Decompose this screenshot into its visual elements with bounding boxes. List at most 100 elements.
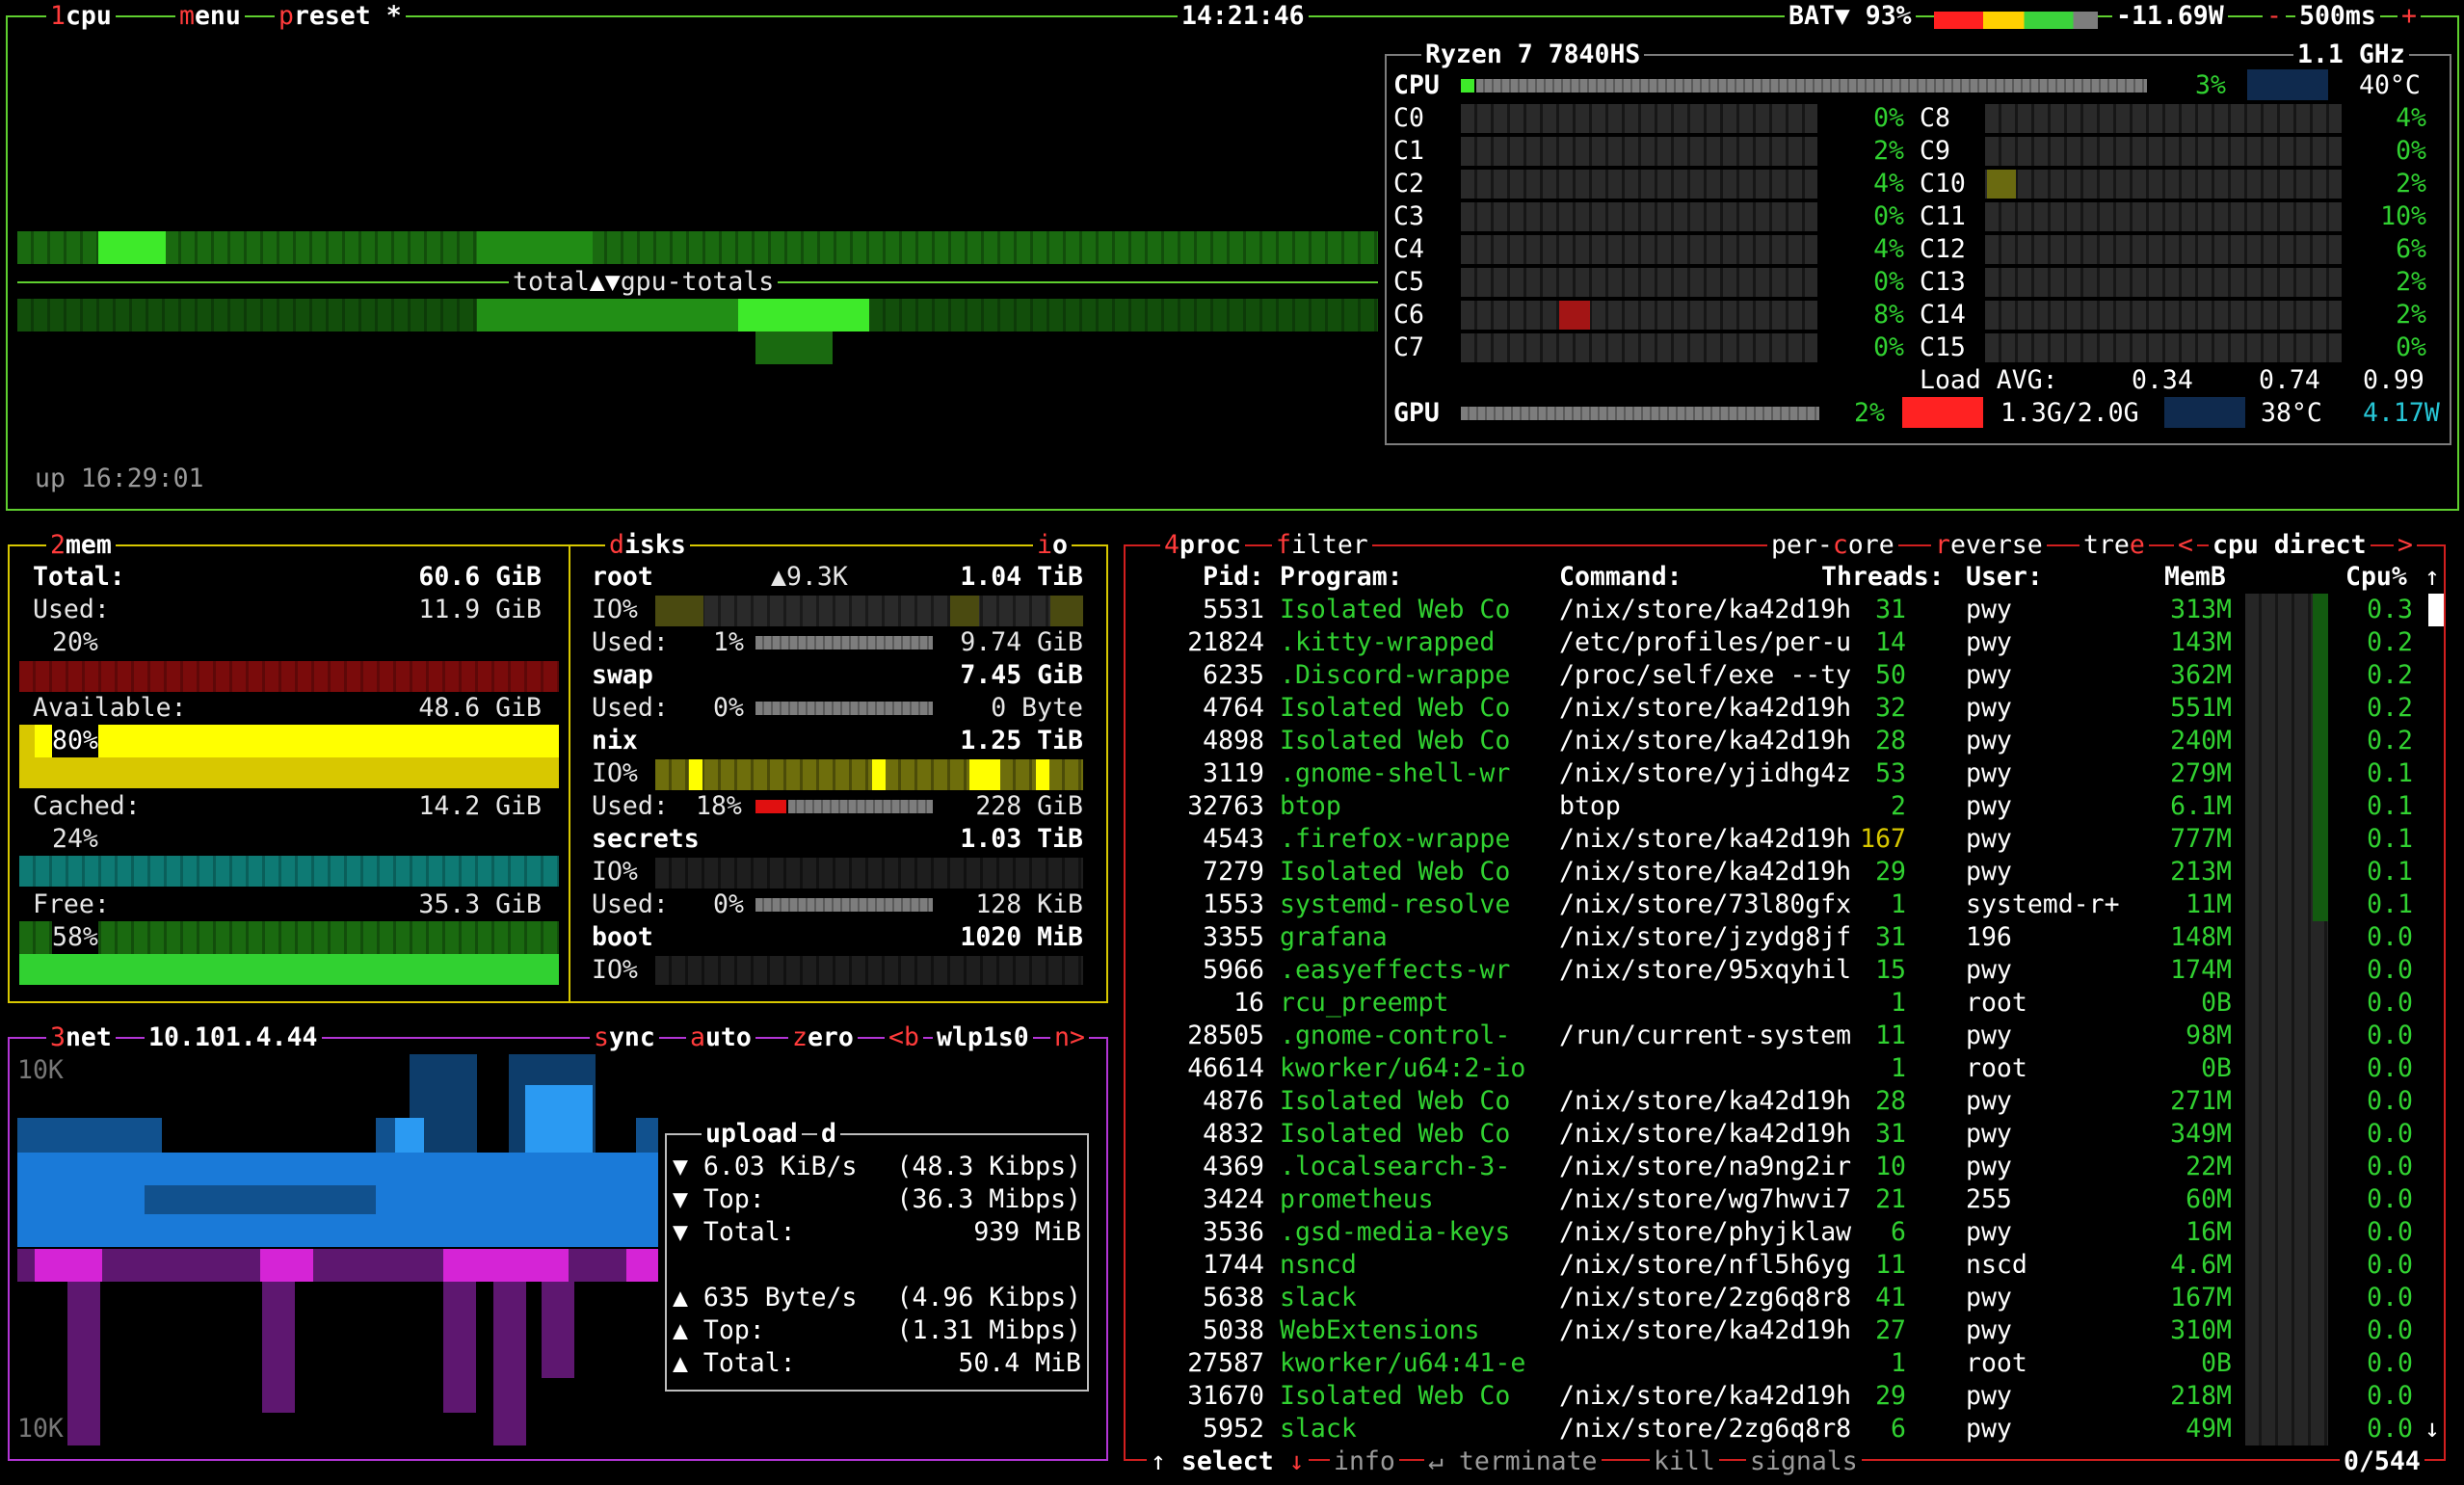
proc-threads: 28 bbox=[1875, 1086, 1906, 1116]
proc-program: slack bbox=[1280, 1283, 1357, 1313]
reverse-toggle[interactable]: reverse bbox=[1931, 529, 2047, 562]
proc-user: root bbox=[1966, 988, 2027, 1018]
rate-decrease-button[interactable]: - bbox=[2263, 0, 2286, 33]
proc-threads: 11 bbox=[1875, 1021, 1906, 1050]
proc-command: btop bbox=[1559, 791, 1621, 821]
proc-filter-button[interactable]: filter bbox=[1272, 529, 1372, 562]
preset-button[interactable]: preset * bbox=[275, 0, 406, 33]
net-upload-graph-tail-1 bbox=[67, 1282, 100, 1445]
io-toggle[interactable]: io bbox=[1033, 529, 1072, 562]
col-user[interactable]: User: bbox=[1966, 561, 2043, 594]
proc-user: nscd bbox=[1966, 1250, 2027, 1280]
scroll-up-icon[interactable]: ↑ bbox=[2424, 561, 2440, 594]
proc-pid: 6235 bbox=[1203, 660, 1264, 690]
sort-next-button[interactable]: > bbox=[2394, 529, 2417, 562]
cpu-title[interactable]: 1cpu bbox=[46, 0, 116, 33]
disk-nix-io-peak-4 bbox=[1036, 759, 1049, 790]
proc-command: /nix/store/2zg6q8r8 bbox=[1559, 1283, 1852, 1313]
col-command[interactable]: Command: bbox=[1559, 561, 1682, 594]
proc-signals-button[interactable]: signals bbox=[1746, 1445, 1862, 1478]
proc-pid: 5966 bbox=[1203, 955, 1264, 985]
proc-mem: 4.6M bbox=[2170, 1250, 2232, 1280]
sort-prev-button[interactable]: < bbox=[2174, 529, 2197, 562]
disks-title[interactable]: disks bbox=[605, 529, 690, 562]
gpu-graph-segment bbox=[477, 299, 747, 331]
proc-command: /nix/store/na9ng2ir bbox=[1559, 1152, 1852, 1181]
scroll-down-icon[interactable]: ↓ bbox=[2424, 1413, 2440, 1445]
net-next-interface[interactable]: n> bbox=[1050, 1021, 1089, 1054]
gpu-bar bbox=[1461, 407, 1819, 420]
proc-pid: 1744 bbox=[1203, 1250, 1264, 1280]
proc-threads: 31 bbox=[1875, 595, 1906, 624]
proc-command: /run/current-system bbox=[1559, 1021, 1852, 1050]
col-program[interactable]: Program: bbox=[1280, 561, 1403, 594]
proc-mem: 0B bbox=[2201, 1348, 2232, 1378]
net-title[interactable]: 3net bbox=[46, 1021, 116, 1054]
proc-cpu: 0.1 bbox=[2367, 824, 2413, 854]
col-mem[interactable]: MemB bbox=[2164, 561, 2226, 594]
scrollbar-thumb[interactable] bbox=[2428, 594, 2444, 626]
per-core-toggle[interactable]: per-core bbox=[1767, 529, 1898, 562]
proc-info-button[interactable]: info bbox=[1330, 1445, 1399, 1478]
proc-select-control[interactable]: ↑ select ↓ bbox=[1147, 1445, 1309, 1478]
proc-pid: 28505 bbox=[1187, 1021, 1264, 1050]
proc-mem: 148M bbox=[2170, 922, 2232, 952]
proc-user: pwy bbox=[1966, 1414, 2012, 1444]
mem-cached-label: Cached: bbox=[33, 791, 141, 821]
proc-user: pwy bbox=[1966, 726, 2012, 756]
disk-root-used-percent: 1% bbox=[713, 627, 744, 657]
net-zero-button[interactable]: zero bbox=[788, 1021, 858, 1054]
proc-cpu: 0.0 bbox=[2367, 1381, 2413, 1411]
disk-secrets-io-label: IO% bbox=[592, 857, 638, 887]
net-d-label[interactable]: d bbox=[817, 1118, 840, 1151]
proc-cpu: 0.2 bbox=[2367, 627, 2413, 657]
proc-command: /nix/store/nfl5h6yg bbox=[1559, 1250, 1852, 1280]
net-auto-toggle[interactable]: auto bbox=[686, 1021, 755, 1054]
net-scale-bottom: 10K bbox=[17, 1414, 64, 1444]
proc-program: grafana bbox=[1280, 922, 1388, 952]
proc-cpu: 0.0 bbox=[2367, 1119, 2413, 1149]
mem-used: 11.9 GiB bbox=[418, 595, 542, 624]
proc-threads: 11 bbox=[1875, 1250, 1906, 1280]
mem-title[interactable]: 2mem bbox=[46, 529, 116, 562]
mem-free-label: Free: bbox=[33, 889, 110, 919]
col-pid[interactable]: Pid: bbox=[1137, 561, 1264, 594]
col-cpu[interactable]: Cpu% bbox=[2345, 561, 2407, 594]
core-graph bbox=[1461, 301, 1817, 330]
gpu-label: GPU bbox=[1393, 398, 1440, 428]
rate-increase-button[interactable]: + bbox=[2398, 0, 2421, 33]
proc-user: pwy bbox=[1966, 693, 2012, 723]
sort-column[interactable]: cpu direct bbox=[2209, 529, 2371, 562]
disk-boot-io-label: IO% bbox=[592, 955, 638, 985]
core-graph-spike bbox=[1559, 301, 1590, 330]
proc-kill-button[interactable]: kill bbox=[1650, 1445, 1719, 1478]
menu-button[interactable]: menu bbox=[175, 0, 245, 33]
mem-available-percent: 80% bbox=[52, 725, 98, 757]
core-percent: 10% bbox=[2380, 201, 2426, 231]
disk-secrets-size: 1.03 TiB bbox=[960, 824, 1083, 854]
core-name: C5 bbox=[1393, 267, 1424, 297]
proc-pid: 4832 bbox=[1203, 1119, 1264, 1149]
net-sync-toggle[interactable]: sync bbox=[590, 1021, 659, 1054]
mem-available: 48.6 GiB bbox=[418, 693, 542, 723]
cpu-bar-fill bbox=[1461, 79, 1474, 93]
col-threads[interactable]: Threads: bbox=[1821, 561, 1945, 594]
net-upload-label[interactable]: upload bbox=[702, 1118, 802, 1151]
proc-pid: 27587 bbox=[1187, 1348, 1264, 1378]
proc-command: /nix/store/ka42d19h bbox=[1559, 857, 1852, 887]
proc-program: kworker/u64:2-io bbox=[1280, 1053, 1526, 1083]
disk-boot-name: boot bbox=[592, 922, 653, 952]
net-prev-interface[interactable]: <b bbox=[885, 1021, 923, 1054]
proc-terminate-button[interactable]: ↵ terminate bbox=[1424, 1445, 1602, 1478]
proc-title[interactable]: 4proc bbox=[1160, 529, 1245, 562]
proc-threads: 53 bbox=[1875, 758, 1906, 788]
proc-count: 0/544 bbox=[2340, 1445, 2424, 1478]
proc-command: /nix/store/yjidhg4z bbox=[1559, 758, 1852, 788]
tree-toggle[interactable]: tree bbox=[2080, 529, 2149, 562]
proc-program: .easyeffects-wr bbox=[1280, 955, 1511, 985]
net-upload-graph-peak-3 bbox=[443, 1249, 569, 1282]
proc-command: /nix/store/ka42d19h bbox=[1559, 824, 1852, 854]
proc-user: pwy bbox=[1966, 1152, 2012, 1181]
proc-pid: 31670 bbox=[1187, 1381, 1264, 1411]
proc-command: /nix/store/ka42d19h bbox=[1559, 1315, 1852, 1345]
